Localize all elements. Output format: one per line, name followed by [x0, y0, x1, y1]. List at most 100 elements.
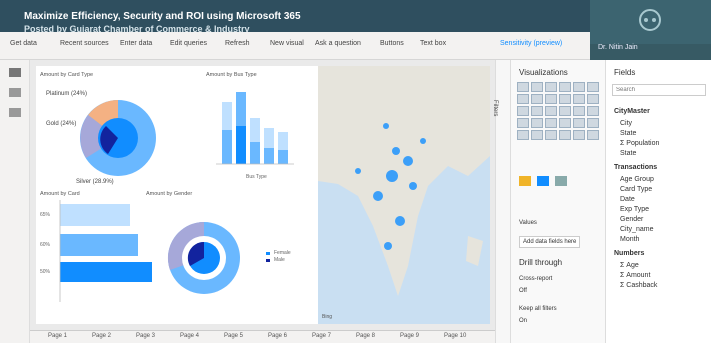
- map-bubble[interactable]: [373, 191, 383, 201]
- field-group-transactions[interactable]: Transactions: [614, 164, 657, 171]
- analytics-tab-icon[interactable]: [555, 176, 567, 186]
- bar[interactable]: [250, 142, 260, 164]
- bar-chart[interactable]: [216, 92, 294, 165]
- visual-type-icon[interactable]: [587, 106, 599, 116]
- field-item[interactable]: Σ Age: [620, 262, 639, 269]
- visual-type-icon[interactable]: [587, 82, 599, 92]
- field-item[interactable]: Σ Amount: [620, 272, 650, 279]
- map-bubble[interactable]: [386, 170, 398, 182]
- visual-type-icon[interactable]: [559, 106, 571, 116]
- field-item[interactable]: City_name: [620, 226, 653, 233]
- visual-type-icon[interactable]: [517, 130, 529, 140]
- visual-type-icon[interactable]: [531, 94, 543, 104]
- bar[interactable]: [222, 130, 232, 164]
- hbar[interactable]: [60, 204, 130, 226]
- map-bubble[interactable]: [383, 123, 389, 129]
- visual-type-icon[interactable]: [573, 106, 585, 116]
- tab-page-5[interactable]: Page 5: [224, 333, 243, 339]
- add-fields-well[interactable]: Add data fields here: [519, 236, 581, 248]
- visual-type-icon[interactable]: [545, 118, 557, 128]
- map-bubble[interactable]: [409, 182, 417, 190]
- donut-chart[interactable]: [167, 221, 270, 294]
- visual-type-icon[interactable]: [559, 118, 571, 128]
- cross-report-toggle[interactable]: Off: [519, 288, 527, 294]
- data-view-icon[interactable]: [9, 88, 21, 97]
- fields-search-input[interactable]: [612, 84, 706, 96]
- field-item[interactable]: State: [620, 130, 636, 137]
- tab-page-3[interactable]: Page 3: [136, 333, 155, 339]
- visual-type-icon[interactable]: [559, 94, 571, 104]
- map-canvas[interactable]: [318, 66, 490, 324]
- ribbon-buttons[interactable]: Buttons: [380, 40, 404, 52]
- keep-filters-toggle[interactable]: On: [519, 318, 527, 324]
- tab-page-7[interactable]: Page 7: [312, 333, 331, 339]
- tab-page-6[interactable]: Page 6: [268, 333, 287, 339]
- bar[interactable]: [278, 150, 288, 164]
- tab-page-8[interactable]: Page 8: [356, 333, 375, 339]
- field-item[interactable]: Card Type: [620, 186, 652, 193]
- map-bubble[interactable]: [384, 242, 392, 250]
- visual-type-icon[interactable]: [531, 130, 543, 140]
- tab-page-9[interactable]: Page 9: [400, 333, 419, 339]
- report-view-icon[interactable]: [9, 68, 21, 77]
- visual-type-icon[interactable]: [573, 94, 585, 104]
- field-item[interactable]: City: [620, 120, 632, 127]
- visual-type-icon[interactable]: [573, 118, 585, 128]
- ribbon-new-visual[interactable]: New visual: [270, 40, 304, 52]
- visual-type-icon[interactable]: [531, 82, 543, 92]
- visual-type-icon[interactable]: [517, 94, 529, 104]
- ribbon-ask-question[interactable]: Ask a question: [315, 40, 361, 52]
- visual-type-icon[interactable]: [545, 82, 557, 92]
- map-bubble[interactable]: [403, 156, 413, 166]
- tab-page-4[interactable]: Page 4: [180, 333, 199, 339]
- visual-type-icon[interactable]: [587, 118, 599, 128]
- field-item[interactable]: Date: [620, 196, 635, 203]
- filters-label[interactable]: Filters: [492, 100, 498, 116]
- visual-type-icon[interactable]: [531, 106, 543, 116]
- field-item[interactable]: Month: [620, 236, 639, 243]
- hbar[interactable]: [60, 262, 152, 282]
- visual-type-icon[interactable]: [517, 82, 529, 92]
- map-bubble[interactable]: [355, 168, 361, 174]
- tab-page-2[interactable]: Page 2: [92, 333, 111, 339]
- visual-type-icon[interactable]: [545, 130, 557, 140]
- visual-type-icon[interactable]: [573, 130, 585, 140]
- visual-type-icon[interactable]: [545, 94, 557, 104]
- format-tab-icon[interactable]: [537, 176, 549, 186]
- bar-chart-2[interactable]: [59, 200, 152, 302]
- visual-type-icon[interactable]: [531, 118, 543, 128]
- visual-type-icon[interactable]: [587, 130, 599, 140]
- ribbon-enter-data[interactable]: Enter data: [120, 40, 152, 52]
- field-item[interactable]: Exp Type: [620, 206, 649, 213]
- bar[interactable]: [264, 148, 274, 164]
- ribbon-text-box[interactable]: Text box: [420, 40, 446, 52]
- filters-pane[interactable]: Filters: [492, 60, 510, 343]
- field-group-citymaster[interactable]: CityMaster: [614, 108, 650, 115]
- ribbon-sensitivity[interactable]: Sensitivity (preview): [500, 40, 562, 52]
- field-item[interactable]: Σ Cashback: [620, 282, 657, 289]
- pie-chart[interactable]: [80, 100, 156, 176]
- ribbon-refresh[interactable]: Refresh: [225, 40, 250, 52]
- visual-type-icon[interactable]: [517, 118, 529, 128]
- visual-type-icon[interactable]: [559, 82, 571, 92]
- map-bubble[interactable]: [395, 216, 405, 226]
- visual-type-icon[interactable]: [559, 130, 571, 140]
- ribbon-get-data[interactable]: Get data: [10, 40, 37, 52]
- visual-type-icon[interactable]: [517, 106, 529, 116]
- fields-tab-icon[interactable]: [519, 176, 531, 186]
- hbar[interactable]: [60, 234, 138, 256]
- field-item[interactable]: State: [620, 150, 636, 157]
- visual-type-icon[interactable]: [587, 94, 599, 104]
- visual-type-icon[interactable]: [573, 82, 585, 92]
- ribbon-recent-sources[interactable]: Recent sources: [60, 40, 109, 52]
- field-item[interactable]: Σ Population: [620, 140, 659, 147]
- model-view-icon[interactable]: [9, 108, 21, 117]
- map-bubble[interactable]: [420, 138, 426, 144]
- tab-page-1[interactable]: Page 1: [48, 333, 67, 339]
- map-visual[interactable]: Bing: [318, 66, 490, 324]
- ribbon-edit-queries[interactable]: Edit queries: [170, 40, 207, 52]
- field-item[interactable]: Age Group: [620, 176, 654, 183]
- field-group-numbers[interactable]: Numbers: [614, 250, 644, 257]
- field-item[interactable]: Gender: [620, 216, 643, 223]
- visual-type-icon[interactable]: [545, 106, 557, 116]
